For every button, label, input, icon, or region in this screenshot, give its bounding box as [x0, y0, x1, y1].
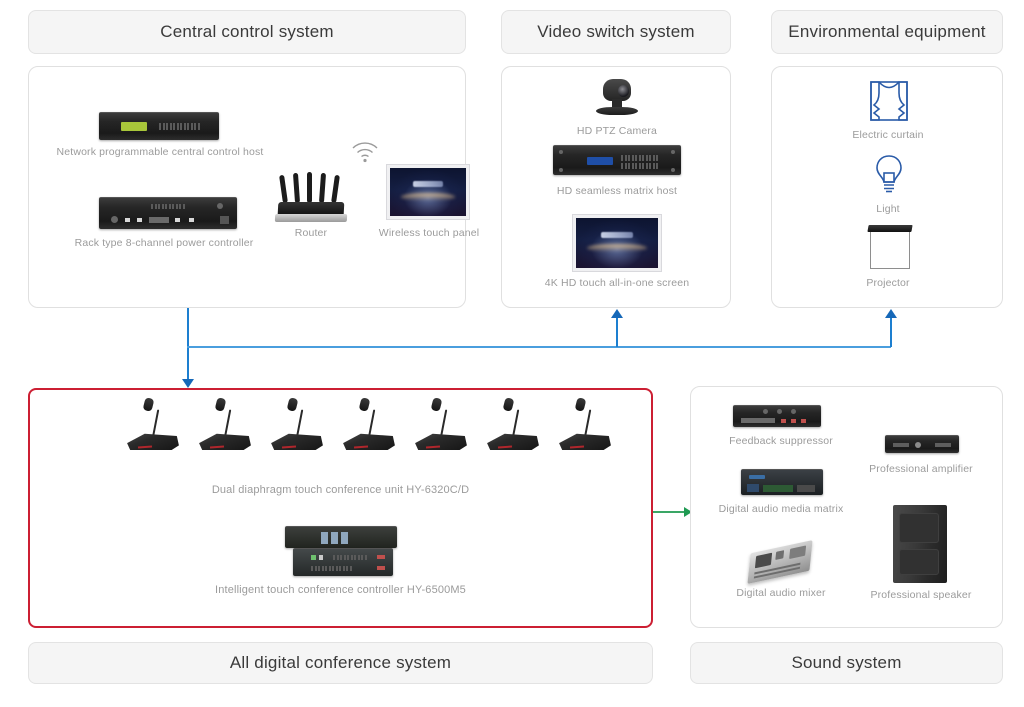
- header-sound-system[interactable]: Sound system: [690, 642, 1003, 684]
- panel-sound-system: Feedback suppressor Digital audio media …: [690, 386, 1003, 628]
- item-label: Projector: [866, 277, 910, 289]
- header-all-digital-conference-system[interactable]: All digital conference system: [28, 642, 653, 684]
- rack-power-controller-icon: [99, 197, 237, 229]
- wifi-icon: [351, 141, 379, 163]
- amplifier-icon: [885, 435, 959, 453]
- item-label: Feedback suppressor: [729, 435, 833, 447]
- conference-microphone-icon: [198, 397, 252, 450]
- header-central-control-system[interactable]: Central control system: [28, 10, 466, 54]
- speaker-icon: [893, 505, 947, 583]
- matrix-host-icon: [553, 145, 681, 175]
- conference-microphone-icon: [342, 397, 396, 450]
- touch-panel-icon: [387, 165, 469, 219]
- item-label: Dual diaphragm touch conference unit HY-…: [211, 484, 470, 496]
- item-label: HD seamless matrix host: [556, 185, 678, 197]
- header-label: All digital conference system: [229, 653, 452, 672]
- panel-all-digital-conference-system: Dual diaphragm touch conference unit HY-…: [28, 388, 653, 628]
- item-projector[interactable]: Projector: [828, 225, 948, 291]
- item-light[interactable]: Light: [828, 155, 948, 217]
- ptz-camera-icon: [595, 79, 639, 121]
- panel-environmental-equipment: Electric curtain Light Projector: [771, 66, 1003, 308]
- item-feedback-suppressor[interactable]: Feedback suppressor: [701, 405, 861, 463]
- conference-microphone-icon: [558, 397, 612, 450]
- item-4k-hd-touch-all-in-one-screen[interactable]: 4K HD touch all-in-one screen: [545, 215, 689, 293]
- conference-microphone-icon: [414, 397, 468, 450]
- item-label: Professional speaker: [870, 589, 972, 601]
- item-network-programmable-central-control-host[interactable]: Network programmable central control hos…: [57, 106, 263, 158]
- item-professional-speaker[interactable]: Professional speaker: [841, 505, 1001, 605]
- conference-microphone-icon: [486, 397, 540, 450]
- item-hd-seamless-matrix-host[interactable]: HD seamless matrix host: [547, 145, 687, 207]
- item-wireless-touch-panel[interactable]: Wireless touch panel: [369, 165, 489, 239]
- header-label: Central control system: [160, 22, 334, 41]
- all-in-one-screen-icon: [573, 215, 661, 271]
- router-icon: [274, 165, 348, 223]
- item-label: Light: [876, 203, 900, 215]
- conference-microphone-icon: [126, 397, 180, 450]
- panel-video-switch-system: HD PTZ Camera HD seamless matrix host 4K…: [501, 66, 731, 308]
- item-professional-amplifier[interactable]: Professional amplifier: [841, 435, 1001, 493]
- item-label: Rack type 8-channel power controller: [74, 237, 254, 249]
- item-label: Router: [294, 227, 328, 239]
- feedback-suppressor-icon: [733, 405, 821, 427]
- item-label: Professional amplifier: [869, 463, 973, 475]
- conference-controller-icon: [275, 526, 405, 578]
- header-label: Video switch system: [537, 22, 695, 41]
- projector-screen-icon: [867, 225, 913, 269]
- header-label: Environmental equipment: [788, 22, 986, 41]
- header-video-switch-system[interactable]: Video switch system: [501, 10, 731, 54]
- item-hd-ptz-camera[interactable]: HD PTZ Camera: [567, 79, 667, 141]
- rack-host-icon: [99, 112, 219, 140]
- diagram-canvas: Central control system Video switch syst…: [0, 0, 1024, 707]
- item-label: Electric curtain: [852, 129, 924, 141]
- item-label: Network programmable central control hos…: [56, 146, 264, 158]
- item-label: Digital audio mixer: [736, 587, 826, 599]
- conference-microphone-icon: [270, 397, 324, 450]
- item-dual-diaphragm-touch-conference-unit[interactable]: Dual diaphragm touch conference unit HY-…: [30, 397, 651, 496]
- item-digital-audio-mixer[interactable]: Digital audio mixer: [701, 540, 861, 605]
- audio-mixer-icon: [747, 540, 813, 584]
- curtain-icon: [870, 81, 908, 121]
- item-label: HD PTZ Camera: [576, 125, 658, 137]
- item-intelligent-touch-conference-controller[interactable]: Intelligent touch conference controller …: [30, 526, 651, 606]
- item-label: Wireless touch panel: [378, 227, 480, 239]
- panel-central-control-system: Network programmable central control hos…: [28, 66, 479, 308]
- item-rack-type-8-channel-power-controller[interactable]: Rack type 8-channel power controller: [75, 195, 253, 255]
- item-label: Intelligent touch conference controller …: [215, 584, 466, 596]
- item-router[interactable]: Router: [257, 165, 365, 239]
- audio-media-matrix-icon: [741, 469, 823, 495]
- item-electric-curtain[interactable]: Electric curtain: [828, 81, 948, 143]
- header-label: Sound system: [791, 653, 902, 672]
- item-label: 4K HD touch all-in-one screen: [544, 277, 690, 289]
- header-environmental-equipment[interactable]: Environmental equipment: [771, 10, 1003, 54]
- lightbulb-icon: [875, 155, 903, 195]
